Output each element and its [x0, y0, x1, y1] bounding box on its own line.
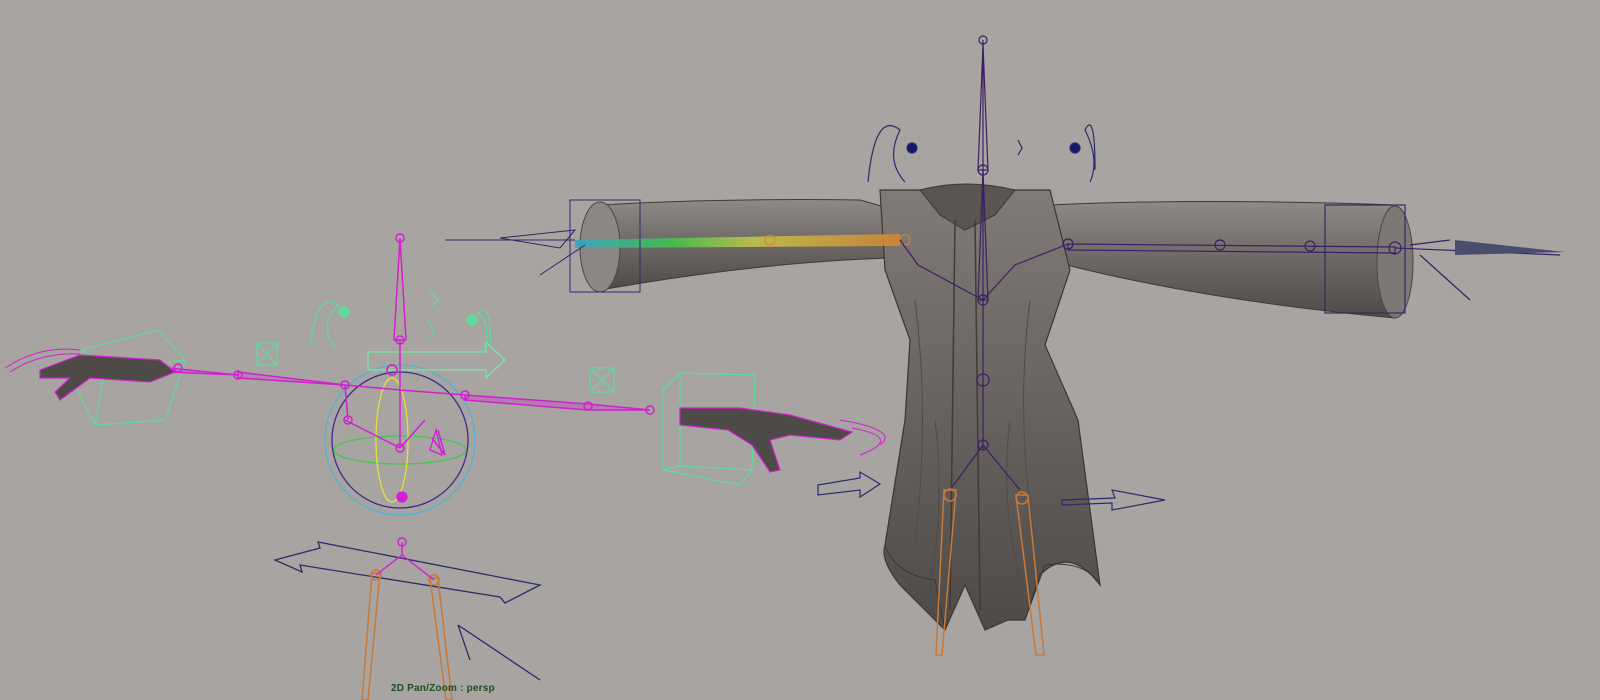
- right-arm-rig[interactable]: [460, 390, 655, 415]
- rotate-sphere-icon[interactable]: [324, 340, 506, 516]
- shirt-mesh[interactable]: [579, 183, 1414, 632]
- translate-arrow-icon[interactable]: [273, 541, 542, 681]
- right-hand-mesh[interactable]: [679, 407, 886, 473]
- viewport-hud-label: 2D Pan/Zoom : persp: [391, 683, 495, 694]
- torso: [879, 189, 1101, 632]
- 3d-viewport[interactable]: 2D Pan/Zoom : persp: [0, 0, 1600, 700]
- right-face-controls[interactable]: [867, 124, 1096, 183]
- viewport-canvas[interactable]: [0, 0, 1600, 700]
- right-sleeve: [1049, 201, 1406, 319]
- left-spine-rig[interactable]: [344, 233, 466, 456]
- left-legs-rig[interactable]: [361, 569, 453, 700]
- left-hand-mesh[interactable]: [4, 348, 177, 401]
- right-cuff: [1376, 205, 1414, 319]
